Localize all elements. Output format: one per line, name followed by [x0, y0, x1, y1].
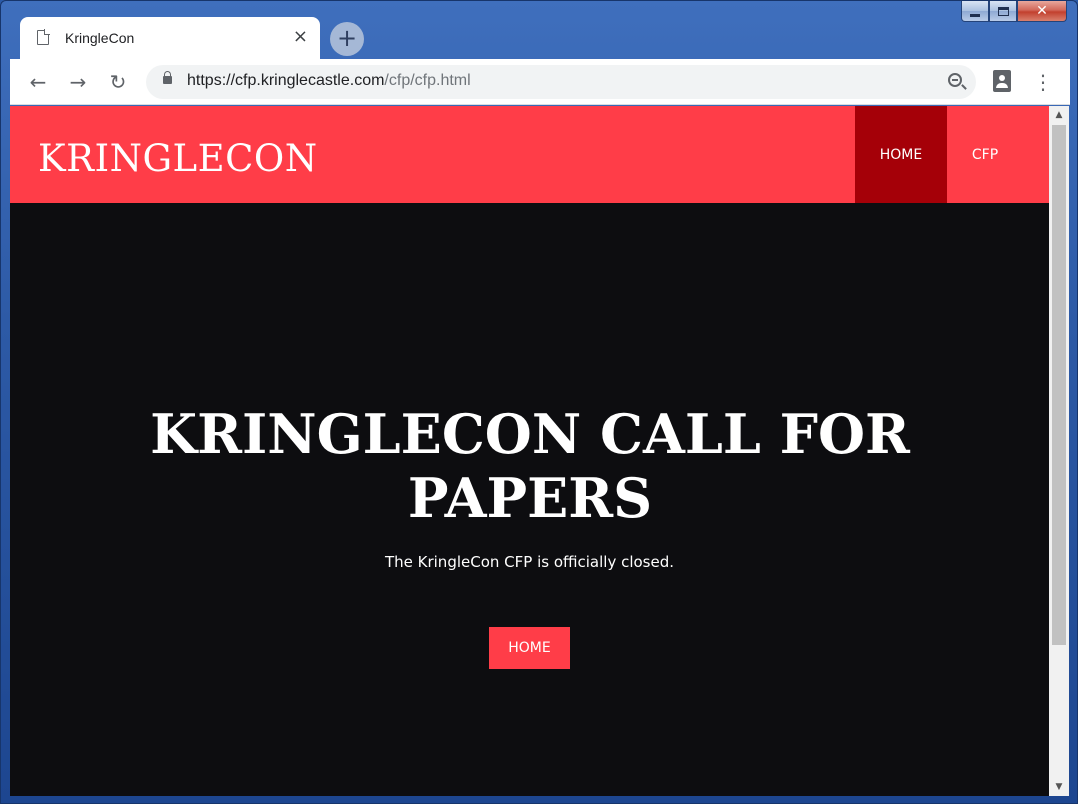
- url-text[interactable]: https://cfp.kringlecastle.com/cfp/cfp.ht…: [187, 72, 471, 90]
- close-window-button[interactable]: ✕: [1017, 1, 1067, 22]
- minimize-button[interactable]: [961, 1, 989, 22]
- nav-cfp-link[interactable]: CFP: [947, 106, 1023, 203]
- url-path: /cfp/cfp.html: [384, 72, 471, 89]
- zoom-icon[interactable]: [948, 73, 962, 87]
- hero-subtitle: The KringleCon CFP is officially closed.: [384, 553, 675, 571]
- forward-button[interactable]: →: [65, 69, 91, 95]
- menu-icon[interactable]: ⋮: [1030, 67, 1056, 97]
- tab-close-button[interactable]: ×: [293, 26, 308, 47]
- page-viewport: KRINGLECON HOME CFP KRINGLECON CALL FOR …: [10, 106, 1049, 796]
- document-icon: [37, 29, 50, 45]
- window-controls: ✕: [961, 1, 1067, 23]
- hero-title: KRINGLECON CALL FOR PAPERS: [150, 402, 910, 530]
- address-bar[interactable]: https://cfp.kringlecastle.com/cfp/cfp.ht…: [146, 65, 976, 99]
- browser-tab[interactable]: KringleCon ×: [20, 17, 320, 59]
- maximize-icon: [997, 6, 1009, 16]
- home-button[interactable]: HOME: [489, 627, 570, 669]
- maximize-button[interactable]: [989, 1, 1017, 22]
- scroll-up-arrow-icon[interactable]: ▲: [1049, 106, 1069, 124]
- extension-icon[interactable]: [993, 70, 1011, 92]
- browser-toolbar: ← → ↻ https://cfp.kringlecastle.com/cfp/…: [10, 59, 1070, 105]
- nav-home-link[interactable]: HOME: [855, 106, 947, 203]
- site-header: KRINGLECON HOME CFP: [10, 106, 1049, 203]
- reload-button[interactable]: ↻: [105, 69, 131, 95]
- scroll-thumb[interactable]: [1052, 125, 1066, 645]
- url-host: https://cfp.kringlecastle.com: [187, 72, 385, 89]
- minimize-icon: [970, 13, 980, 17]
- back-button[interactable]: ←: [25, 69, 51, 95]
- new-tab-button[interactable]: +: [330, 22, 364, 56]
- browser-window: ✕ KringleCon × + ← → ↻ https://cfp.kring…: [0, 0, 1078, 804]
- lock-icon[interactable]: [163, 71, 172, 84]
- site-brand[interactable]: KRINGLECON: [38, 137, 318, 180]
- tab-title: KringleCon: [65, 30, 135, 46]
- vertical-scrollbar[interactable]: ▲ ▼: [1049, 106, 1069, 796]
- scroll-down-arrow-icon[interactable]: ▼: [1049, 778, 1069, 796]
